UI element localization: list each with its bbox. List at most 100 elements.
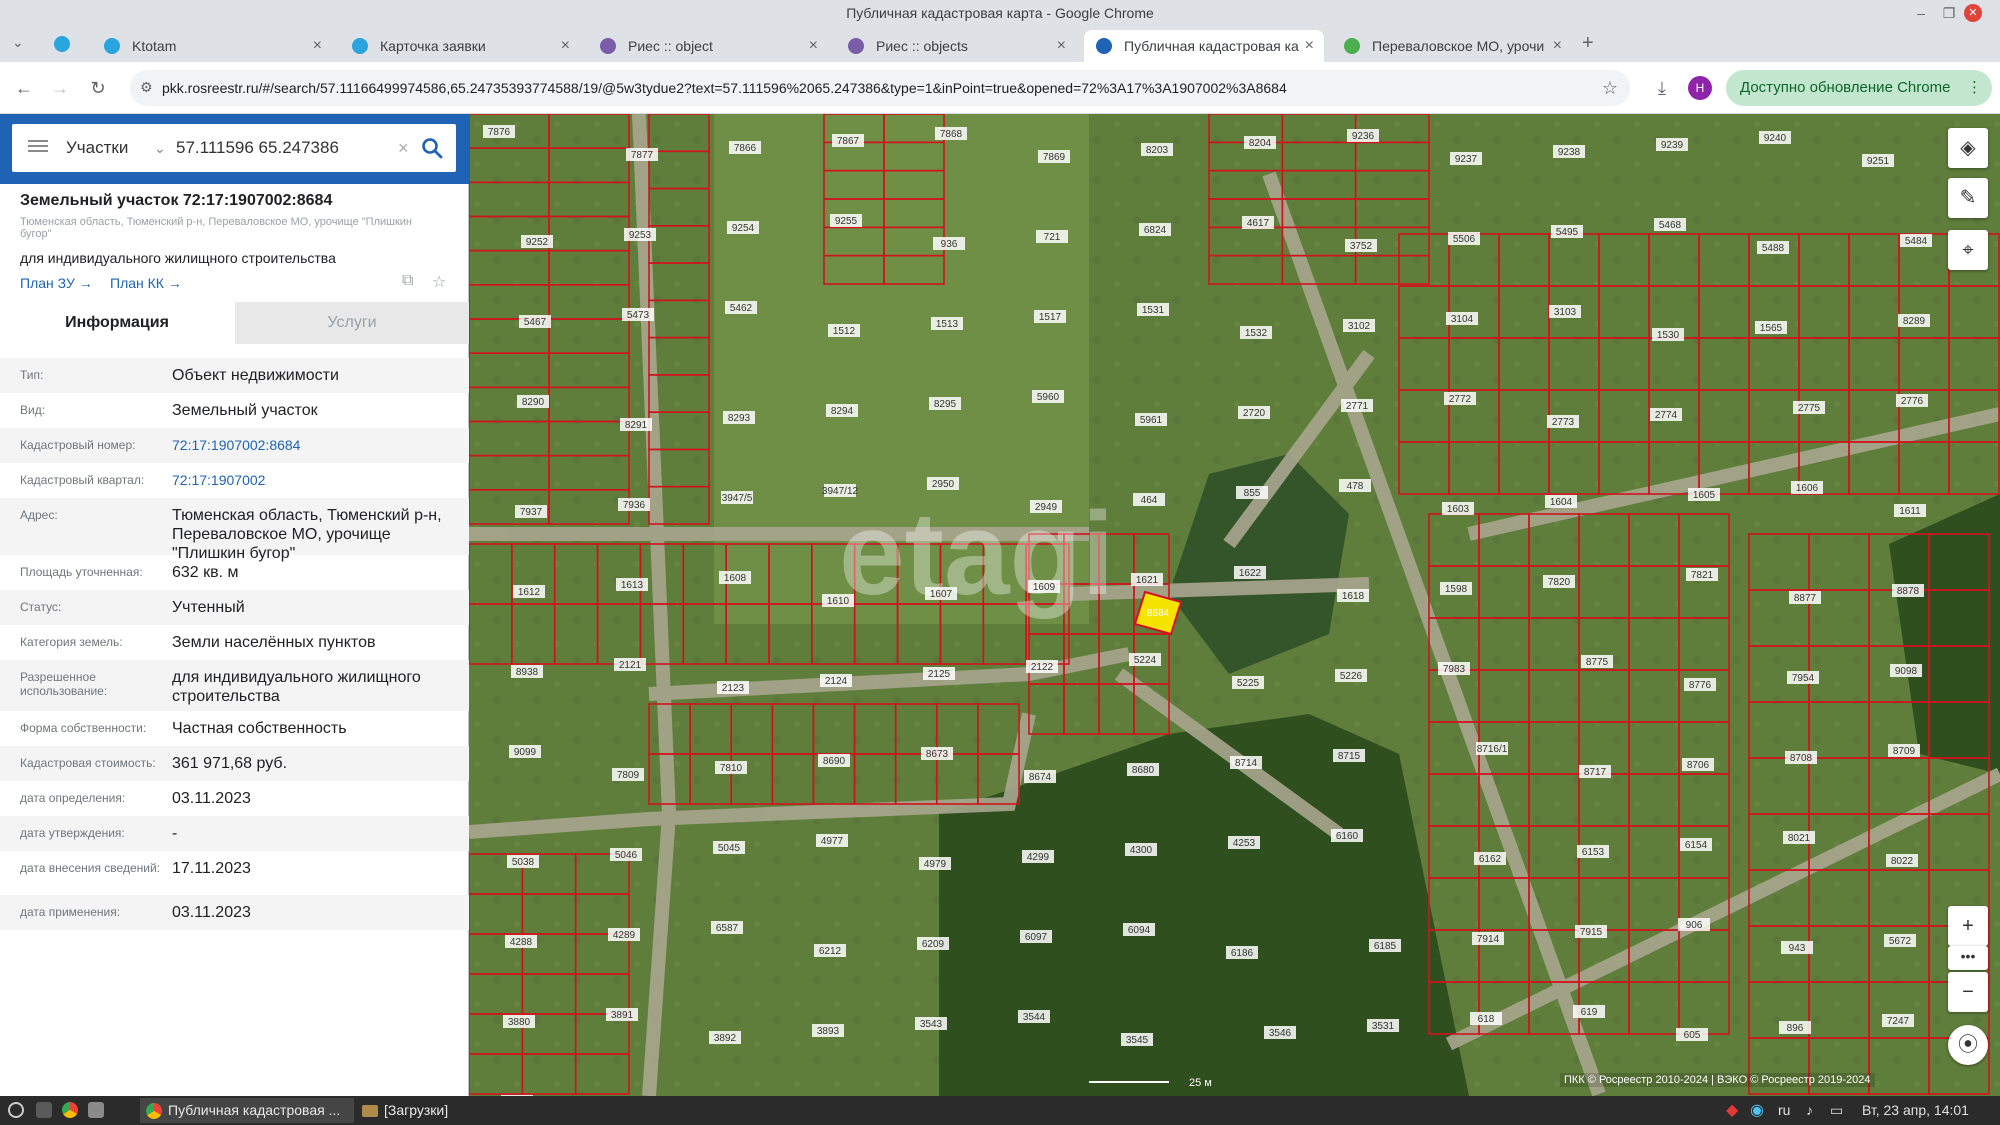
- parcel-number-label[interactable]: 2123: [722, 683, 745, 694]
- browser-tab[interactable]: Карточка заявки ×: [340, 30, 580, 62]
- parcel-number-label[interactable]: 9237: [1455, 154, 1478, 165]
- parcel-number-label[interactable]: 1607: [930, 589, 953, 600]
- parcel-number-label[interactable]: 464: [1141, 495, 1158, 506]
- parcel-number-label[interactable]: 5038: [512, 857, 535, 868]
- taskbar-item-downloads[interactable]: [Загрузки]: [356, 1098, 506, 1123]
- parcel-number-label[interactable]: 5473: [627, 310, 650, 321]
- parcel-number-label[interactable]: 2125: [928, 669, 951, 680]
- parcel-number-label[interactable]: 1609: [1033, 582, 1056, 593]
- parcel-number-label[interactable]: 9251: [1867, 156, 1890, 167]
- zoom-in-icon[interactable]: +: [1948, 906, 1988, 946]
- parcel-number-label[interactable]: 7914: [1477, 934, 1500, 945]
- parcel-number-label[interactable]: 5224: [1134, 655, 1157, 666]
- parcel-number-label[interactable]: 7247: [1887, 1016, 1910, 1027]
- parcel-number-label[interactable]: 3544: [1023, 1012, 1046, 1023]
- parcel-number-label[interactable]: 8706: [1687, 760, 1710, 771]
- search-type-select[interactable]: Участки: [66, 124, 128, 172]
- parcel-number-label[interactable]: 9252: [526, 237, 549, 248]
- parcel-number-label[interactable]: 1517: [1039, 312, 1062, 323]
- display-icon[interactable]: ▭: [1830, 1096, 1843, 1125]
- parcel-number-label[interactable]: 7915: [1580, 927, 1603, 938]
- close-tab-icon[interactable]: ×: [1305, 30, 1314, 62]
- cadastral-map[interactable]: 8684 etagi 7876 7877 7866 7867 7868 7869 8203 8…: [469, 114, 2000, 1096]
- parcel-number-label[interactable]: 4300: [1130, 845, 1153, 856]
- parcel-number-label[interactable]: 6160: [1336, 831, 1359, 842]
- parcel-number-label[interactable]: 619: [1581, 1007, 1598, 1018]
- parcel-number-label[interactable]: 1605: [1693, 490, 1716, 501]
- restore-icon[interactable]: ❐: [1936, 0, 1962, 26]
- parcel-number-label[interactable]: 1604: [1550, 497, 1573, 508]
- parcel-number-label[interactable]: 2772: [1449, 394, 1472, 405]
- parcel-number-label[interactable]: 6094: [1128, 925, 1151, 936]
- parcel-number-label[interactable]: 3893: [817, 1026, 840, 1037]
- parcel-number-label[interactable]: 1608: [724, 573, 747, 584]
- parcel-number-label[interactable]: 1606: [1796, 483, 1819, 494]
- reload-icon[interactable]: ↻: [84, 74, 112, 102]
- parcel-number-label[interactable]: 1531: [1142, 305, 1165, 316]
- close-tab-icon[interactable]: ×: [809, 30, 818, 62]
- address-bar[interactable]: ⚙ pkk.rosreestr.ru/#/search/57.111664999…: [130, 70, 1630, 106]
- browser-tab[interactable]: Риес :: objects ×: [836, 30, 1076, 62]
- parcel-number-label[interactable]: 5484: [1905, 236, 1928, 247]
- parcel-number-label[interactable]: 3545: [1126, 1035, 1149, 1046]
- back-icon[interactable]: ←: [10, 74, 38, 102]
- parcel-number-label[interactable]: 7821: [1691, 570, 1714, 581]
- parcel-number-label[interactable]: 5488: [1762, 243, 1785, 254]
- parcel-number-label[interactable]: 8290: [522, 397, 545, 408]
- parcel-number-label[interactable]: 8775: [1586, 657, 1609, 668]
- parcel-number-label[interactable]: 1618: [1342, 591, 1365, 602]
- parcel-number-label[interactable]: 1532: [1245, 328, 1268, 339]
- parcel-number-label[interactable]: 5046: [615, 850, 638, 861]
- parcel-number-label[interactable]: 5495: [1556, 227, 1579, 238]
- parcel-number-label[interactable]: 9238: [1558, 147, 1581, 158]
- parcel-number-label[interactable]: 7877: [631, 150, 654, 161]
- parcel-number-label[interactable]: 1603: [1447, 504, 1470, 515]
- parcel-number-label[interactable]: 8673: [926, 749, 949, 760]
- parcel-number-label[interactable]: 7867: [837, 136, 860, 147]
- parcel-number-label[interactable]: 9099: [514, 747, 537, 758]
- tab-services[interactable]: Услуги: [235, 302, 469, 344]
- parcel-number-label[interactable]: 8680: [1132, 765, 1155, 776]
- clear-icon[interactable]: ×: [398, 124, 409, 172]
- parcel-number-label[interactable]: 2776: [1901, 396, 1924, 407]
- parcel-number-label[interactable]: 6185: [1374, 941, 1397, 952]
- taskbar-item-browser[interactable]: Публичная кадастровая ...: [140, 1098, 354, 1123]
- parcel-number-label[interactable]: 6153: [1582, 847, 1605, 858]
- profile-avatar[interactable]: H: [1688, 76, 1712, 100]
- parcel-number-label[interactable]: 7876: [488, 127, 511, 138]
- parcel-number-label[interactable]: 2949: [1035, 502, 1058, 513]
- parcel-number-label[interactable]: 8717: [1584, 767, 1607, 778]
- parcel-number-label[interactable]: 5045: [718, 843, 741, 854]
- volume-icon[interactable]: ♪: [1806, 1096, 1813, 1125]
- parcel-number-label[interactable]: 7937: [520, 507, 543, 518]
- copy-icon[interactable]: ⧉: [402, 272, 413, 290]
- url-text[interactable]: pkk.rosreestr.ru/#/search/57.11166499974…: [162, 70, 1582, 106]
- parcel-number-label[interactable]: 8690: [823, 756, 846, 767]
- parcel-number-label[interactable]: 8938: [516, 667, 539, 678]
- parcel-number-label[interactable]: 2124: [825, 676, 848, 687]
- locate-icon[interactable]: ⌖: [1948, 230, 1988, 270]
- parcel-number-label[interactable]: 3752: [1350, 241, 1373, 252]
- parcel-number-label[interactable]: 8021: [1788, 833, 1811, 844]
- parcel-number-label[interactable]: 8203: [1146, 145, 1169, 156]
- parcel-number-label[interactable]: 4289: [613, 930, 636, 941]
- browser-tab[interactable]: Публичная кадастровая ка ×: [1084, 30, 1324, 62]
- zoom-out-icon[interactable]: −: [1948, 972, 1988, 1012]
- tab-search-icon[interactable]: ⌄: [12, 34, 24, 51]
- parcel-number-label[interactable]: 6154: [1685, 840, 1708, 851]
- parcel-number-label[interactable]: 9254: [732, 223, 755, 234]
- parcel-number-label[interactable]: 3543: [920, 1019, 943, 1030]
- parcel-number-label[interactable]: 618: [1478, 1014, 1495, 1025]
- browser-tab[interactable]: Ktotam ×: [92, 30, 332, 62]
- parcel-number-label[interactable]: 7866: [734, 143, 757, 154]
- parcel-number-label[interactable]: 7868: [940, 129, 963, 140]
- parcel-number-label[interactable]: 7810: [720, 763, 743, 774]
- parcel-number-label[interactable]: 3892: [714, 1033, 737, 1044]
- plan-zu-link[interactable]: План ЗУ →: [20, 275, 93, 291]
- parcel-number-label[interactable]: 6097: [1025, 932, 1048, 943]
- close-window-icon[interactable]: ✕: [1964, 4, 1982, 22]
- parcel-number-label[interactable]: 8022: [1891, 856, 1914, 867]
- parcel-number-label[interactable]: 7983: [1443, 664, 1466, 675]
- parcel-number-label[interactable]: 8715: [1338, 751, 1361, 762]
- parcel-number-label[interactable]: 1622: [1239, 568, 1262, 579]
